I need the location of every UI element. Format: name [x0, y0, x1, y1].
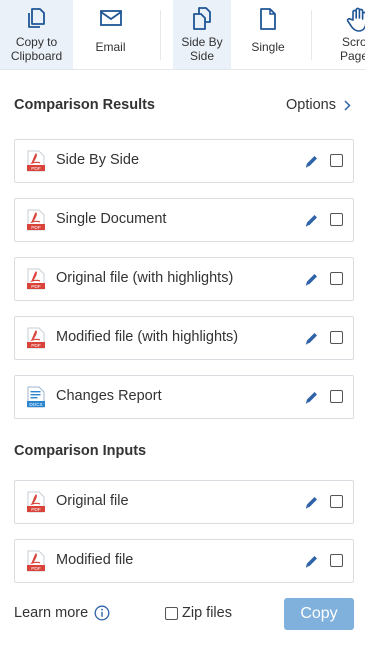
file-row-label: Modified file — [56, 552, 134, 568]
pencil-icon[interactable] — [304, 213, 319, 228]
learn-more-link[interactable]: Learn more — [14, 605, 110, 621]
svg-text:PDF: PDF — [31, 284, 41, 290]
side-by-side-icon — [193, 7, 211, 30]
file-row-checkbox[interactable] — [330, 495, 343, 508]
scroll-pages-button[interactable]: Scroll Pages — [318, 0, 365, 69]
learn-more-label: Learn more — [14, 605, 89, 621]
docx-icon: DOCX — [27, 386, 45, 408]
file-row-checkbox[interactable] — [330, 331, 343, 344]
file-row-checkbox[interactable] — [330, 213, 343, 226]
side-by-side-button[interactable]: Side By Side — [173, 0, 231, 69]
pencil-icon[interactable] — [304, 331, 319, 346]
scroll-pages-label: Scroll Pages — [339, 35, 365, 63]
zip-files-option[interactable]: Zip files — [165, 605, 232, 621]
svg-text:PDF: PDF — [31, 507, 41, 513]
toolbar-separator — [311, 10, 312, 60]
file-row-checkbox[interactable] — [330, 554, 343, 567]
svg-text:PDF: PDF — [31, 225, 41, 231]
hand-icon — [346, 7, 365, 32]
comparison-results-heading: Comparison Results — [14, 97, 155, 113]
file-row[interactable]: PDF Original file — [14, 480, 354, 524]
pdf-icon: PDF — [27, 268, 45, 290]
pdf-icon: PDF — [27, 327, 45, 349]
pdf-icon: PDF — [27, 491, 45, 513]
svg-text:PDF: PDF — [31, 566, 41, 572]
file-row[interactable]: DOCX Changes Report — [14, 375, 354, 419]
copy-to-clipboard-label: Copy to Clipboard — [10, 35, 63, 63]
email-label: Email — [95, 40, 126, 54]
copy-button[interactable]: Copy — [284, 598, 354, 630]
file-row-checkbox[interactable] — [330, 390, 343, 403]
toolbar: Copy to Clipboard Email Side By Side Sin… — [0, 0, 365, 70]
copy-icon — [28, 8, 45, 28]
file-row-label: Original file (with highlights) — [56, 270, 234, 286]
file-row-label: Changes Report — [56, 388, 162, 404]
single-page-icon — [260, 8, 276, 30]
single-button[interactable]: Single — [236, 0, 300, 69]
copy-to-clipboard-button[interactable]: Copy to Clipboard — [0, 0, 73, 69]
pencil-icon[interactable] — [304, 495, 319, 510]
single-label: Single — [251, 40, 285, 54]
svg-text:PDF: PDF — [31, 343, 41, 349]
pdf-icon: PDF — [27, 209, 45, 231]
zip-files-checkbox[interactable] — [165, 606, 178, 620]
file-row-label: Modified file (with highlights) — [56, 329, 239, 345]
file-row-label: Original file — [56, 493, 129, 509]
chevron-right-icon — [344, 99, 351, 111]
file-row[interactable]: PDF Original file (with highlights) — [14, 257, 354, 301]
info-icon — [94, 605, 110, 621]
file-row[interactable]: PDF Modified file (with highlights) — [14, 316, 354, 360]
side-by-side-label: Side By Side — [181, 35, 223, 63]
file-row-label: Single Document — [56, 211, 167, 227]
file-row-checkbox[interactable] — [330, 272, 343, 285]
pdf-icon: PDF — [27, 150, 45, 172]
options-label: Options — [286, 97, 336, 113]
file-row-label: Side By Side — [56, 152, 140, 168]
svg-text:DOCX: DOCX — [29, 402, 42, 407]
file-row[interactable]: PDF Modified file — [14, 539, 354, 583]
file-row[interactable]: PDF Side By Side — [14, 139, 354, 183]
envelope-icon — [100, 10, 122, 26]
file-row-checkbox[interactable] — [330, 154, 343, 167]
pencil-icon[interactable] — [304, 554, 319, 569]
email-button[interactable]: Email — [73, 0, 148, 69]
zip-files-label: Zip files — [182, 605, 232, 621]
pencil-icon[interactable] — [304, 272, 319, 287]
options-link[interactable]: Options — [286, 97, 351, 113]
pencil-icon[interactable] — [304, 154, 319, 169]
svg-text:PDF: PDF — [31, 166, 41, 172]
toolbar-separator — [160, 10, 161, 60]
file-row[interactable]: PDF Single Document — [14, 198, 354, 242]
pencil-icon[interactable] — [304, 390, 319, 405]
pdf-icon: PDF — [27, 550, 45, 572]
comparison-inputs-heading: Comparison Inputs — [14, 443, 147, 459]
